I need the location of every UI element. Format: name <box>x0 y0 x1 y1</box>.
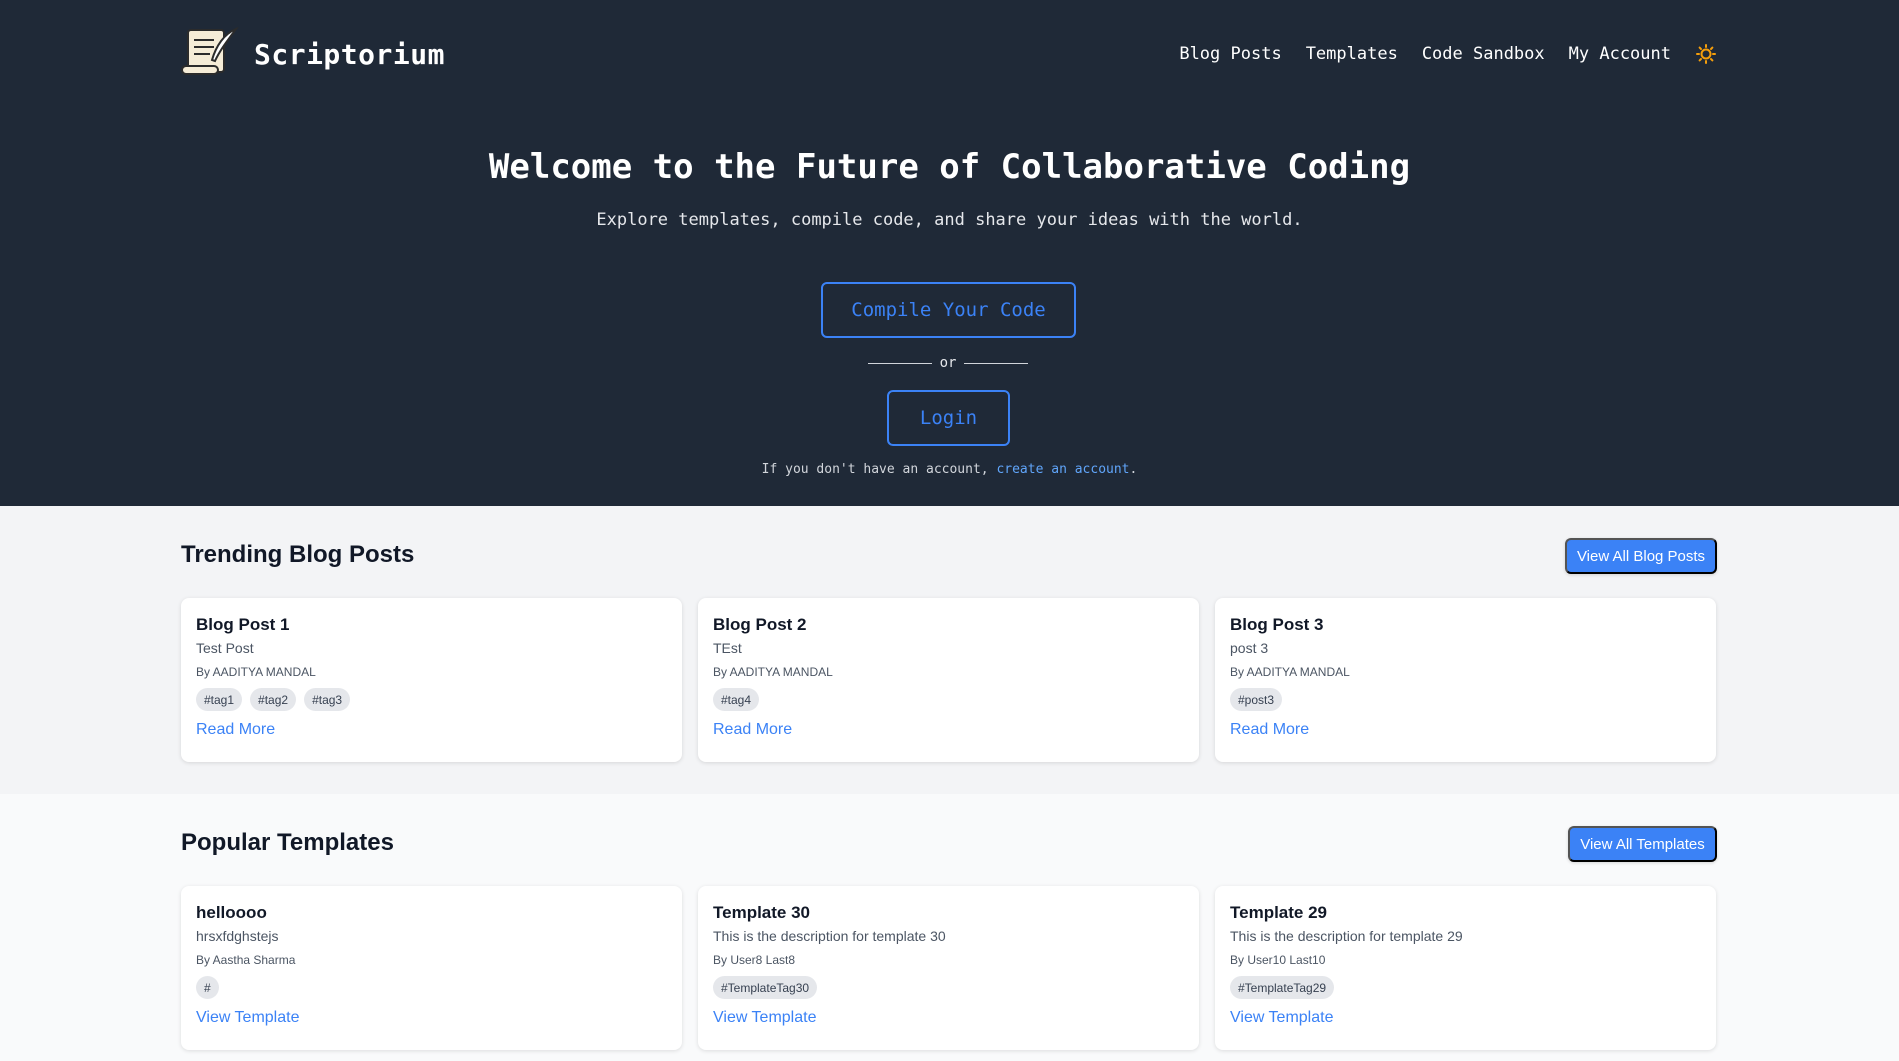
card-tags: #tag1 #tag2 #tag3 <box>196 688 667 711</box>
tag-badge[interactable]: #tag1 <box>196 688 243 711</box>
divider-text: or <box>939 355 957 371</box>
create-account-link[interactable]: create an account <box>996 462 1129 477</box>
template-cards: helloooo hrsxfdghstejs By Aastha Sharma … <box>181 886 1717 1050</box>
card-title: Template 29 <box>1230 903 1328 922</box>
read-more-link[interactable]: Read More <box>713 721 792 739</box>
tag-badge[interactable]: #tag4 <box>713 688 760 711</box>
view-template-link[interactable]: View Template <box>1230 1009 1333 1027</box>
brand[interactable]: Scriptorium <box>180 26 445 83</box>
nav-link-code-sandbox[interactable]: Code Sandbox <box>1422 44 1545 64</box>
template-card: Template 29 This is the description for … <box>1215 886 1716 1050</box>
card-title: Blog Post 3 <box>1230 615 1324 634</box>
tag-badge[interactable]: #TemplateTag29 <box>1230 976 1335 999</box>
login-button[interactable]: Login <box>887 390 1010 446</box>
card-tags: #TemplateTag29 <box>1230 976 1701 999</box>
blog-post-card: Blog Post 3 post 3 By AADITYA MANDAL #po… <box>1215 598 1716 762</box>
card-description: Test Post <box>196 640 254 656</box>
tag-badge[interactable]: #post3 <box>1230 688 1283 711</box>
nav-links: Blog Posts Templates Code Sandbox My Acc… <box>1179 43 1717 65</box>
card-title: Blog Post 2 <box>713 615 807 634</box>
card-tags: #post3 <box>1230 688 1701 711</box>
card-tags: # <box>196 976 667 999</box>
nav-link-templates[interactable]: Templates <box>1306 44 1398 64</box>
tag-badge[interactable]: # <box>196 976 219 999</box>
hero-title: Welcome to the Future of Collaborative C… <box>488 147 1411 187</box>
card-title: helloooo <box>196 903 267 922</box>
card-title: Blog Post 1 <box>196 615 290 634</box>
card-author: By User10 Last10 <box>1230 953 1326 967</box>
blog-post-cards: Blog Post 1 Test Post By AADITYA MANDAL … <box>181 598 1717 762</box>
card-author: By AADITYA MANDAL <box>196 665 316 679</box>
section-title-trending: Trending Blog Posts <box>181 541 415 568</box>
view-template-link[interactable]: View Template <box>713 1009 816 1027</box>
sun-icon[interactable] <box>1695 43 1717 65</box>
compile-code-button[interactable]: Compile Your Code <box>821 282 1076 338</box>
card-description: post 3 <box>1230 640 1269 656</box>
tag-badge[interactable]: #tag2 <box>250 688 297 711</box>
card-author: By User8 Last8 <box>713 953 796 967</box>
tag-badge[interactable]: #TemplateTag30 <box>713 976 818 999</box>
card-tags: #TemplateTag30 <box>713 976 1184 999</box>
view-all-blog-posts-button[interactable]: View All Blog Posts <box>1565 538 1717 574</box>
blog-post-card: Blog Post 2 TEst By AADITYA MANDAL #tag4… <box>698 598 1199 762</box>
scroll-quill-icon <box>180 26 240 83</box>
divider-line <box>868 362 932 364</box>
card-tags: #tag4 <box>713 688 1184 711</box>
signup-prefix: If you don't have an account, <box>761 462 997 477</box>
top-nav: Scriptorium Blog Posts Templates Code Sa… <box>180 26 1717 82</box>
card-author: By Aastha Sharma <box>196 953 296 967</box>
card-author: By AADITYA MANDAL <box>713 665 833 679</box>
card-description: This is the description for template 29 <box>1230 928 1463 944</box>
read-more-link[interactable]: Read More <box>1230 721 1309 739</box>
hero-section: Scriptorium Blog Posts Templates Code Sa… <box>0 0 1899 506</box>
card-title: Template 30 <box>713 903 811 922</box>
card-author: By AADITYA MANDAL <box>1230 665 1350 679</box>
card-description: TEst <box>713 640 742 656</box>
or-divider: or <box>868 355 1029 371</box>
read-more-link[interactable]: Read More <box>196 721 275 739</box>
card-description: hrsxfdghstejs <box>196 928 279 944</box>
card-description: This is the description for template 30 <box>713 928 946 944</box>
template-card: helloooo hrsxfdghstejs By Aastha Sharma … <box>181 886 682 1050</box>
view-all-templates-button[interactable]: View All Templates <box>1568 826 1717 862</box>
brand-name: Scriptorium <box>254 37 445 71</box>
hero-subtitle: Explore templates, compile code, and sha… <box>596 210 1303 230</box>
template-card: Template 30 This is the description for … <box>698 886 1199 1050</box>
trending-blog-posts-section: Trending Blog Posts View All Blog Posts … <box>0 506 1899 794</box>
signup-suffix: . <box>1129 462 1138 477</box>
section-title-templates: Popular Templates <box>181 829 394 856</box>
nav-link-blog-posts[interactable]: Blog Posts <box>1179 44 1281 64</box>
signup-prompt: If you don't have an account, create an … <box>0 462 1899 477</box>
tag-badge[interactable]: #tag3 <box>304 688 351 711</box>
view-template-link[interactable]: View Template <box>196 1009 299 1027</box>
divider-line <box>964 362 1029 364</box>
blog-post-card: Blog Post 1 Test Post By AADITYA MANDAL … <box>181 598 682 762</box>
nav-link-my-account[interactable]: My Account <box>1569 44 1671 64</box>
popular-templates-section: Popular Templates View All Templates hel… <box>0 794 1899 1061</box>
